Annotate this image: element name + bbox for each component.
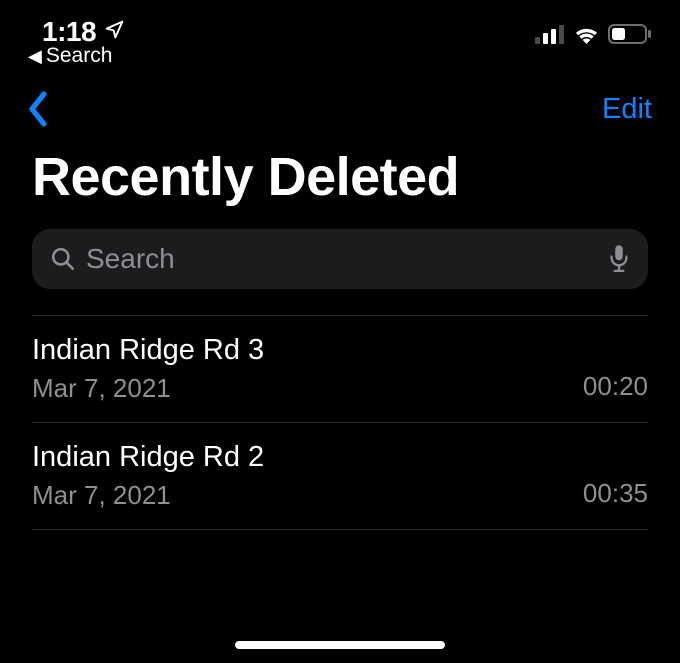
recordings-list: Indian Ridge Rd 3 Mar 7, 2021 00:20 Indi… xyxy=(32,315,648,530)
back-button[interactable] xyxy=(24,90,52,128)
recording-date: Mar 7, 2021 xyxy=(32,480,264,511)
list-item[interactable]: Indian Ridge Rd 2 Mar 7, 2021 00:35 xyxy=(32,423,648,530)
cellular-icon xyxy=(535,24,565,49)
search-input[interactable]: Search xyxy=(32,229,648,289)
recording-title: Indian Ridge Rd 3 xyxy=(32,334,264,367)
breadcrumb-label: Search xyxy=(46,44,113,68)
page-title: Recently Deleted xyxy=(0,148,680,229)
breadcrumb-caret-icon: ◀ xyxy=(28,46,42,67)
recording-title: Indian Ridge Rd 2 xyxy=(32,441,264,474)
recording-duration: 00:35 xyxy=(583,478,648,511)
list-item[interactable]: Indian Ridge Rd 3 Mar 7, 2021 00:20 xyxy=(32,316,648,423)
microphone-icon[interactable] xyxy=(608,244,630,274)
search-placeholder: Search xyxy=(86,243,598,275)
status-bar: 1:18 xyxy=(0,0,680,42)
home-indicator[interactable] xyxy=(235,641,445,649)
edit-button[interactable]: Edit xyxy=(602,93,652,126)
chevron-left-icon xyxy=(26,91,50,127)
battery-icon xyxy=(608,24,652,49)
wifi-icon xyxy=(573,24,600,49)
location-icon xyxy=(104,19,125,45)
recording-date: Mar 7, 2021 xyxy=(32,373,264,404)
search-icon xyxy=(50,246,76,272)
recording-duration: 00:20 xyxy=(583,371,648,404)
nav-bar: Edit xyxy=(0,68,680,148)
